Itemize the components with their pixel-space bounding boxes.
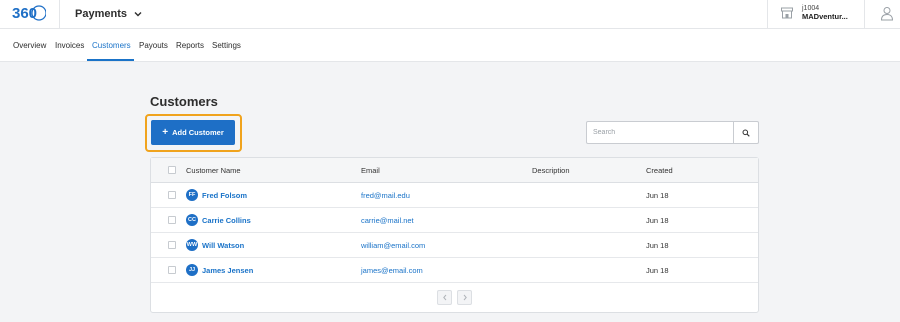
account-name: MADventur...: [802, 12, 848, 21]
user-icon[interactable]: [880, 6, 894, 21]
row-checkbox[interactable]: [168, 266, 176, 274]
column-header-email[interactable]: Email: [361, 158, 380, 183]
previous-page-button[interactable]: [437, 290, 452, 305]
avatar: CC: [186, 214, 198, 226]
page-title: Customers: [150, 94, 218, 109]
plus-icon: +: [162, 126, 169, 138]
tab-invoices[interactable]: Invoices: [55, 29, 84, 62]
tab-customers[interactable]: Customers: [92, 29, 131, 62]
table-header: Customer Name Email Description Created: [151, 158, 758, 183]
add-customer-label: Add Customer: [172, 128, 224, 137]
top-bar: 360 Payments j1004 MADventur...: [0, 0, 900, 29]
customer-created-date: Jun 18: [646, 266, 669, 275]
customer-name-link[interactable]: Will Watson: [202, 233, 244, 258]
customers-table: Customer Name Email Description Created …: [150, 157, 759, 313]
search-icon: [742, 129, 750, 137]
search-input[interactable]: [586, 121, 734, 144]
select-all-checkbox[interactable]: [168, 166, 176, 174]
store-icon[interactable]: [780, 6, 794, 20]
chevron-right-icon: [463, 294, 467, 301]
divider: [59, 0, 60, 29]
chevron-down-icon: [134, 12, 142, 17]
chevron-left-icon: [442, 294, 446, 301]
tab-overview[interactable]: Overview: [13, 29, 46, 62]
table-row[interactable]: JJ James Jensen james@email.com Jun 18: [151, 258, 758, 283]
tab-reports[interactable]: Reports: [176, 29, 204, 62]
search-button[interactable]: [733, 121, 759, 144]
customer-created-date: Jun 18: [646, 216, 669, 225]
column-header-description[interactable]: Description: [532, 158, 570, 183]
customer-email-link[interactable]: carrie@mail.net: [361, 208, 414, 233]
customer-created-date: Jun 18: [646, 191, 669, 200]
customer-name-link[interactable]: James Jensen: [202, 258, 253, 283]
table-row[interactable]: WW Will Watson william@email.com Jun 18: [151, 233, 758, 258]
customer-created-date: Jun 18: [646, 241, 669, 250]
avatar: JJ: [186, 264, 198, 276]
column-header-created[interactable]: Created: [646, 158, 673, 183]
add-customer-button[interactable]: + Add Customer: [151, 120, 235, 145]
column-header-customer-name[interactable]: Customer Name: [186, 158, 241, 183]
divider: [767, 0, 768, 29]
active-tab-indicator: [87, 59, 134, 61]
avatar: WW: [186, 239, 198, 251]
customer-name-link[interactable]: Carrie Collins: [202, 208, 251, 233]
customer-name-link[interactable]: Fred Folsom: [202, 183, 247, 208]
logo-360-icon[interactable]: 360: [12, 4, 46, 22]
tab-payouts[interactable]: Payouts: [139, 29, 168, 62]
row-checkbox[interactable]: [168, 241, 176, 249]
section-nav: Overview Invoices Customers Payouts Repo…: [0, 29, 900, 62]
table-row[interactable]: FF Fred Folsom fred@mail.edu Jun 18: [151, 183, 758, 208]
row-checkbox[interactable]: [168, 216, 176, 224]
customer-email-link[interactable]: james@email.com: [361, 258, 423, 283]
tab-settings[interactable]: Settings: [212, 29, 241, 62]
avatar: FF: [186, 189, 198, 201]
app-switcher[interactable]: Payments: [75, 6, 143, 22]
account-switcher[interactable]: j1004 MADventur...: [802, 5, 848, 21]
table-row[interactable]: CC Carrie Collins carrie@mail.net Jun 18: [151, 208, 758, 233]
app-title: Payments: [75, 8, 127, 20]
divider: [864, 0, 865, 29]
customer-email-link[interactable]: william@email.com: [361, 233, 425, 258]
svg-text:360: 360: [12, 5, 37, 22]
row-checkbox[interactable]: [168, 191, 176, 199]
customer-email-link[interactable]: fred@mail.edu: [361, 183, 410, 208]
next-page-button[interactable]: [457, 290, 472, 305]
